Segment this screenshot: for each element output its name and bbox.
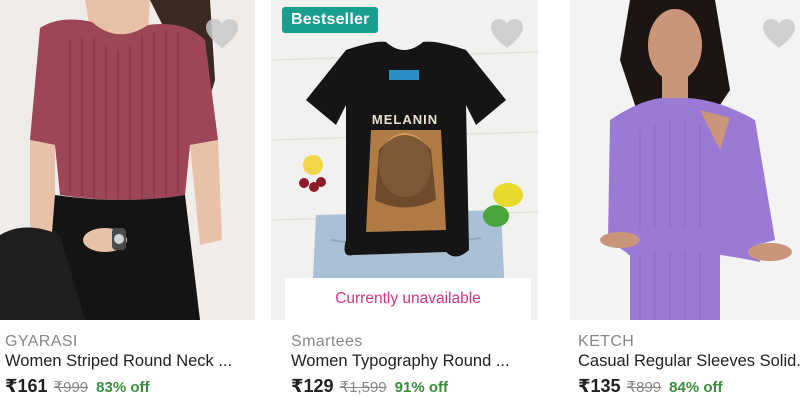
product-title[interactable]: Women Striped Round Neck ...: [5, 352, 232, 371]
discount-label: 83% off: [96, 379, 150, 396]
product-brand: KETCH: [578, 333, 635, 350]
product-card[interactable]: KETCH Casual Regular Sleeves Solid... ₹1…: [564, 0, 800, 401]
discount-label: 84% off: [669, 379, 723, 396]
product-title[interactable]: Casual Regular Sleeves Solid...: [578, 352, 800, 371]
discount-label: 91% off: [394, 379, 448, 396]
original-price: ₹1,599: [339, 379, 387, 396]
selling-price: ₹161: [5, 376, 48, 396]
original-price: ₹899: [626, 379, 662, 396]
product-card[interactable]: MELANIN Bestseller Currently unavailable…: [271, 0, 544, 401]
selling-price: ₹129: [291, 376, 334, 396]
bestseller-badge: Bestseller: [282, 7, 378, 33]
product-grid: GYARASI Women Striped Round Neck ... ₹16…: [0, 0, 800, 401]
product-brand: GYARASI: [5, 333, 78, 350]
wishlist-heart-icon[interactable]: [490, 18, 524, 50]
price-row: ₹161 ₹999 83% off: [5, 376, 149, 397]
price-row: ₹135 ₹899 84% off: [578, 376, 722, 397]
tshirt-print-text: MELANIN: [372, 112, 438, 127]
wishlist-heart-icon[interactable]: [762, 18, 796, 50]
original-price: ₹999: [53, 379, 89, 396]
product-title[interactable]: Women Typography Round ...: [291, 352, 510, 371]
price-row: ₹129 ₹1,599 91% off: [291, 376, 448, 397]
product-brand: Smartees: [291, 333, 363, 350]
selling-price: ₹135: [578, 376, 621, 396]
availability-status: Currently unavailable: [285, 278, 531, 320]
product-card[interactable]: GYARASI Women Striped Round Neck ... ₹16…: [0, 0, 255, 401]
wishlist-heart-icon[interactable]: [205, 18, 239, 50]
